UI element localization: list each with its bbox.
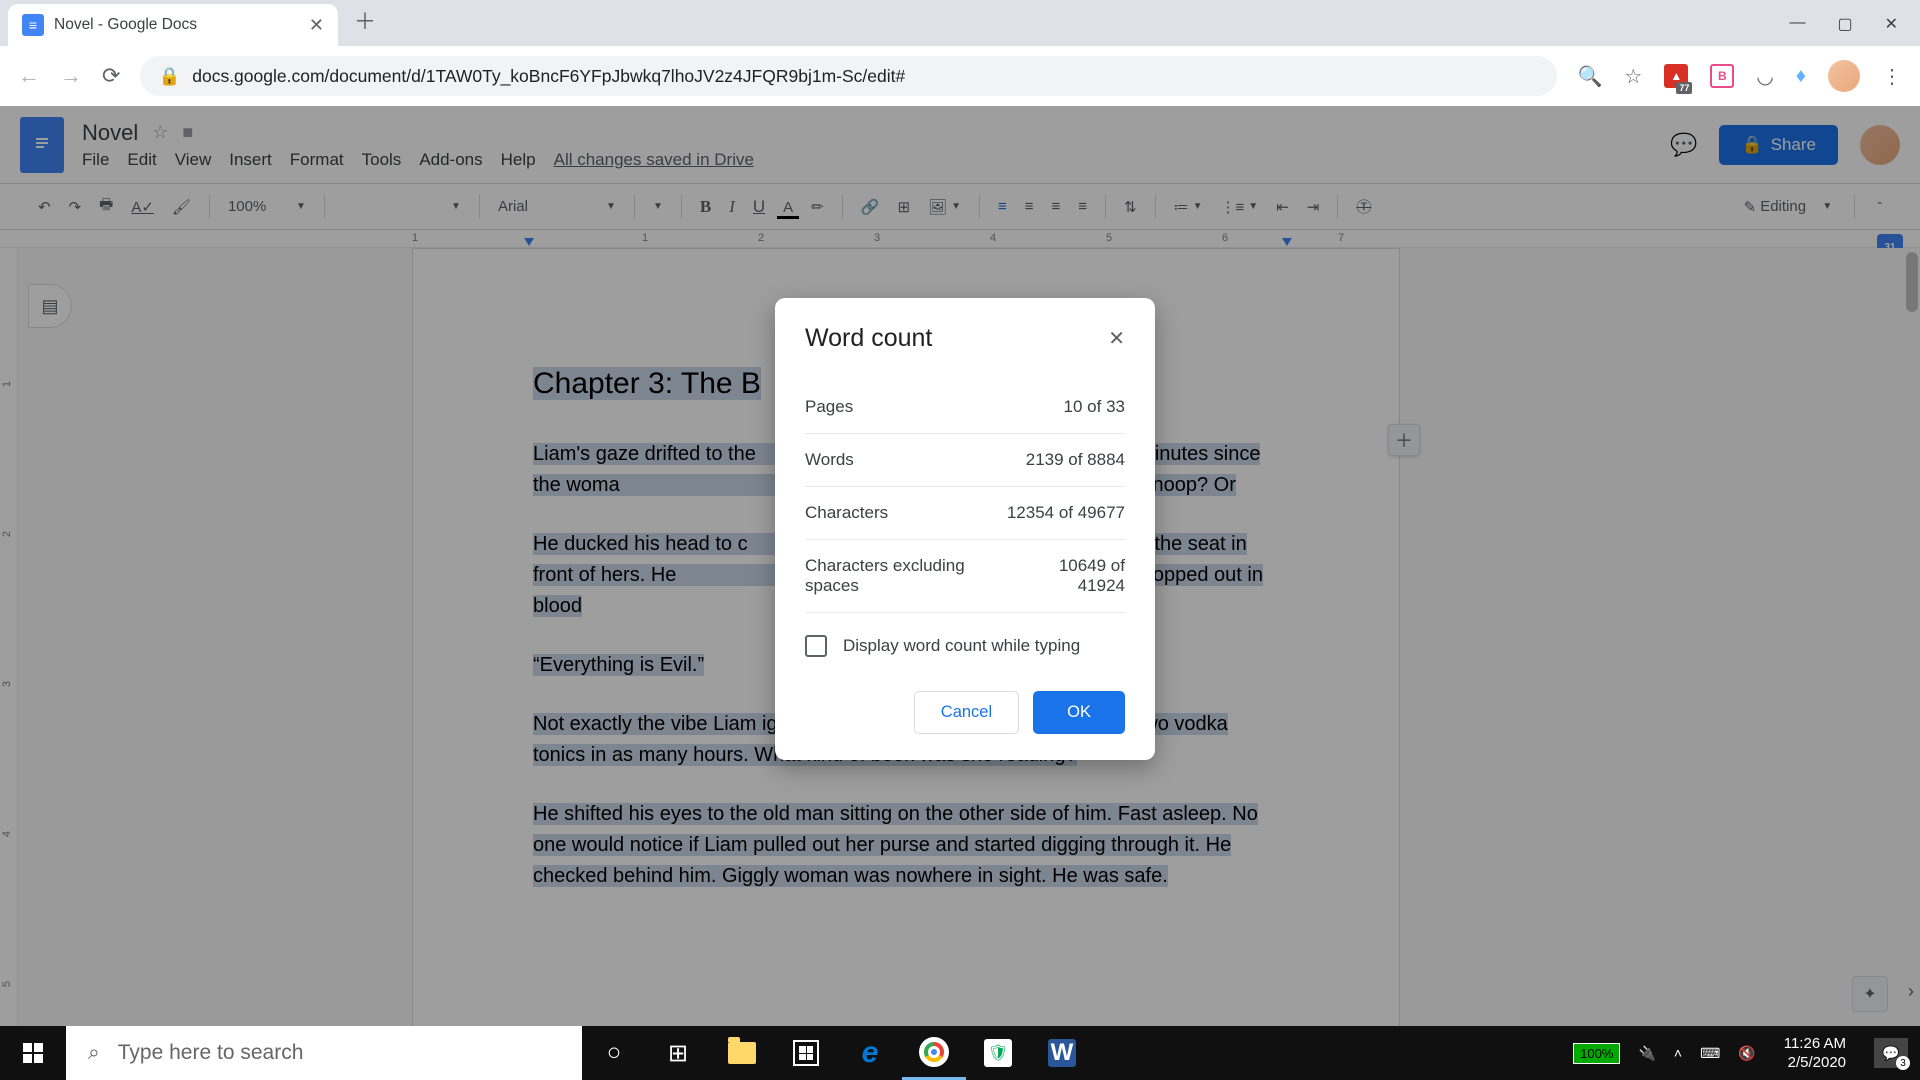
stat-value: 12354 of 49677 (1007, 503, 1125, 523)
cancel-button[interactable]: Cancel (914, 691, 1019, 734)
battery-status[interactable]: 100% (1573, 1043, 1620, 1064)
volume-muted-icon[interactable]: 🔇 (1738, 1045, 1755, 1062)
stat-row-characters-no-spaces: Characters excluding spaces 10649 of 419… (805, 540, 1125, 613)
keyboard-icon[interactable]: ⌨ (1700, 1045, 1720, 1062)
system-tray: 100% 🔌 ˄ ⌨ 🔇 11:26 AM 2/5/2020 💬3 (1573, 1026, 1920, 1080)
stat-value: 2139 of 8884 (1026, 450, 1125, 470)
checkbox-icon[interactable] (805, 635, 827, 657)
new-tab-button[interactable]: ＋ (354, 4, 376, 36)
profile-avatar[interactable] (1828, 60, 1860, 92)
forward-icon[interactable]: → (60, 63, 82, 89)
clock-time: 11:26 AM (1784, 1034, 1846, 1054)
extension-shield-icon[interactable]: ▲77 (1664, 64, 1688, 88)
notifications-icon[interactable]: 💬3 (1874, 1038, 1908, 1068)
stat-value: 10 of 33 (1064, 397, 1125, 417)
windows-taskbar: ⌕ Type here to search ○ ⊞ e 🛡 W 100% 🔌 ˄… (0, 1026, 1920, 1080)
stat-row-words: Words 2139 of 8884 (805, 434, 1125, 487)
stat-label: Words (805, 450, 854, 470)
extension-b-icon[interactable]: B (1710, 64, 1734, 88)
security-icon[interactable]: 🛡 (966, 1026, 1030, 1080)
tab-strip: ≡ Novel - Google Docs ✕ ＋ (0, 0, 1920, 46)
taskbar-apps: ○ ⊞ e 🛡 W (582, 1026, 1094, 1080)
minimize-icon[interactable]: — (1789, 14, 1805, 34)
menu-icon[interactable]: ⋮ (1882, 64, 1902, 89)
extension-badge: 77 (1676, 82, 1692, 94)
file-explorer-icon[interactable] (710, 1026, 774, 1080)
stat-label: Characters excluding spaces (805, 556, 1013, 596)
window-controls: — ▢ ✕ (1767, 0, 1920, 48)
chrome-icon[interactable] (902, 1026, 966, 1080)
url-field[interactable]: 🔒 docs.google.com/document/d/1TAW0Ty_koB… (140, 56, 1557, 96)
clock-date: 2/5/2020 (1784, 1053, 1846, 1073)
power-icon[interactable]: 🔌 (1638, 1045, 1655, 1062)
back-icon[interactable]: ← (18, 63, 40, 89)
task-view-icon[interactable]: ⊞ (646, 1026, 710, 1080)
taskbar-clock[interactable]: 11:26 AM 2/5/2020 (1774, 1034, 1856, 1073)
pocket-icon[interactable]: ◡ (1756, 64, 1773, 89)
reload-icon[interactable]: ⟳ (102, 63, 120, 89)
url-text: docs.google.com/document/d/1TAW0Ty_koBnc… (192, 66, 905, 87)
stat-row-pages: Pages 10 of 33 (805, 381, 1125, 434)
checkbox-label: Display word count while typing (843, 636, 1080, 656)
display-while-typing-row[interactable]: Display word count while typing (805, 613, 1125, 691)
stat-value: 10649 of 41924 (1013, 556, 1125, 596)
stat-label: Pages (805, 397, 853, 417)
taskbar-search[interactable]: ⌕ Type here to search (66, 1026, 582, 1080)
search-placeholder: Type here to search (118, 1041, 304, 1065)
close-tab-icon[interactable]: ✕ (309, 15, 324, 36)
notification-count: 3 (1896, 1056, 1910, 1070)
lock-icon: 🔒 (158, 66, 180, 87)
edge-icon[interactable]: e (838, 1026, 902, 1080)
close-dialog-icon[interactable]: ✕ (1108, 326, 1125, 351)
search-icon: ⌕ (88, 1041, 100, 1065)
bookmark-star-icon[interactable]: ☆ (1624, 64, 1642, 89)
maximize-icon[interactable]: ▢ (1837, 14, 1852, 34)
stat-row-characters: Characters 12354 of 49677 (805, 487, 1125, 540)
tray-expand-icon[interactable]: ˄ (1674, 1045, 1682, 1061)
tab-title: Novel - Google Docs (54, 16, 197, 34)
start-button[interactable] (0, 1026, 66, 1080)
docs-favicon-icon: ≡ (22, 14, 44, 36)
dialog-title: Word count (805, 324, 932, 353)
ok-button[interactable]: OK (1033, 691, 1125, 734)
address-bar-row: ← → ⟳ 🔒 docs.google.com/document/d/1TAW0… (0, 46, 1920, 106)
close-window-icon[interactable]: ✕ (1885, 14, 1898, 34)
microsoft-store-icon[interactable] (774, 1026, 838, 1080)
search-icon[interactable]: 🔍 (1577, 64, 1602, 89)
browser-tab[interactable]: ≡ Novel - Google Docs ✕ (8, 4, 338, 46)
browser-chrome: ≡ Novel - Google Docs ✕ ＋ — ▢ ✕ ← → ⟳ 🔒 … (0, 0, 1920, 106)
stat-label: Characters (805, 503, 888, 523)
word-icon[interactable]: W (1030, 1026, 1094, 1080)
word-count-dialog: Word count ✕ Pages 10 of 33 Words 2139 o… (775, 298, 1155, 760)
extension-flame-icon[interactable]: ♦ (1796, 65, 1806, 88)
cortana-icon[interactable]: ○ (582, 1026, 646, 1080)
address-bar-icons: 🔍 ☆ ▲77 B ◡ ♦ ⋮ (1577, 60, 1902, 92)
